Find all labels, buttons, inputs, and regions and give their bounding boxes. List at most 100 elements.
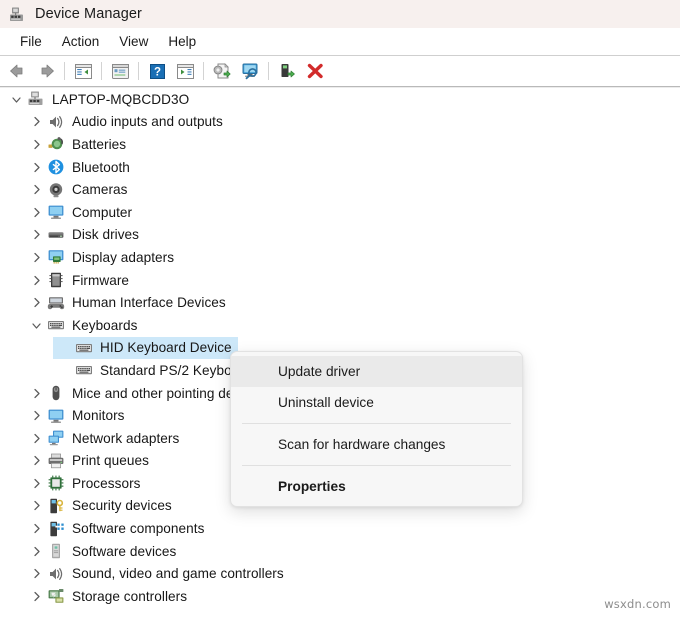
context-menu-item[interactable]: Properties — [231, 471, 522, 502]
speaker-icon — [47, 113, 65, 131]
context-menu[interactable]: Update driver Uninstall device Scan for ha… — [230, 351, 523, 507]
software-component-icon — [47, 520, 66, 538]
software-device-icon — [47, 542, 65, 560]
bluetooth-icon — [47, 158, 65, 176]
chevron-right-icon[interactable] — [30, 251, 43, 264]
tree-node[interactable]: Firmware — [0, 269, 680, 292]
uninstall-device-icon[interactable] — [301, 58, 329, 84]
chevron-right-icon[interactable] — [30, 522, 43, 535]
update-driver-icon[interactable] — [208, 58, 236, 84]
tree-node[interactable]: Cameras — [0, 178, 680, 201]
firmware-icon — [47, 271, 65, 289]
tree-node[interactable]: Bluetooth — [0, 156, 680, 179]
chevron-right-icon[interactable] — [30, 228, 43, 241]
chevron-right-icon[interactable] — [30, 590, 43, 603]
context-menu-separator — [242, 465, 511, 466]
context-menu-item[interactable]: Uninstall device — [231, 387, 522, 418]
network-adapter-icon — [47, 429, 65, 447]
tree-node-label: Disk drives — [72, 227, 140, 243]
tree-node[interactable]: LAPTOP-MQBCDD3O — [0, 88, 680, 111]
keyboard-icon — [75, 361, 93, 379]
chevron-right-icon[interactable] — [30, 545, 43, 558]
device-manager-window: Device Manager File Action View Help ? L… — [0, 0, 680, 618]
tree-node-label: Cameras — [72, 182, 128, 198]
tree-node[interactable]: Batteries — [0, 133, 680, 156]
chevron-right-icon[interactable] — [30, 432, 43, 445]
display-adapter-icon — [47, 248, 65, 266]
menu-bar: File Action View Help — [0, 28, 680, 55]
toolbar-divider — [138, 62, 139, 80]
tree-node-label: Software components — [72, 521, 205, 537]
tree-node[interactable]: Human Interface Devices — [0, 291, 680, 314]
computer-root-icon — [27, 90, 45, 108]
tree-node-label: Processors — [72, 475, 141, 491]
printer-icon — [47, 452, 65, 470]
menu-help[interactable]: Help — [158, 32, 206, 52]
tree-node-label: LAPTOP-MQBCDD3O — [52, 91, 190, 107]
chevron-placeholder-icon — [58, 364, 71, 377]
chevron-right-icon[interactable] — [30, 274, 43, 287]
tree-node-label: Computer — [72, 204, 133, 220]
chevron-right-icon[interactable] — [30, 454, 43, 467]
camera-icon — [47, 181, 65, 199]
tree-node-label: Print queues — [72, 453, 149, 469]
properties-icon[interactable] — [106, 58, 134, 84]
show-hide-action-pane-icon[interactable] — [171, 58, 199, 84]
toolbar-divider — [64, 62, 65, 80]
chevron-right-icon[interactable] — [30, 477, 43, 490]
tree-node-label: Batteries — [72, 136, 127, 152]
chevron-right-icon[interactable] — [30, 161, 43, 174]
tree-node[interactable]: Sound, video and game controllers — [0, 562, 680, 585]
tree-node[interactable]: Audio inputs and outputs — [0, 111, 680, 134]
tree-node-label: Software devices — [72, 543, 177, 559]
tree-node[interactable]: Storage controllers — [0, 585, 680, 608]
tree-node-label: Bluetooth — [72, 159, 130, 175]
keyboard-icon — [75, 339, 93, 357]
chevron-right-icon[interactable] — [30, 206, 43, 219]
chevron-down-icon[interactable] — [30, 319, 43, 332]
chevron-right-icon[interactable] — [30, 138, 43, 151]
chevron-right-icon[interactable] — [30, 183, 43, 196]
back-icon[interactable] — [4, 58, 32, 84]
chevron-right-icon[interactable] — [30, 499, 43, 512]
tree-node-label: Network adapters — [72, 430, 180, 446]
chevron-right-icon[interactable] — [30, 387, 43, 400]
show-hide-console-tree-icon[interactable] — [69, 58, 97, 84]
speaker-icon — [47, 565, 65, 583]
tree-node[interactable]: Computer — [0, 201, 680, 224]
tree-node[interactable]: Software devices — [0, 540, 680, 563]
tree-node-label: Audio inputs and outputs — [72, 114, 223, 130]
help-icon[interactable]: ? — [143, 58, 171, 84]
device-tree: LAPTOP-MQBCDD3O Audio inputs and outputs B… — [0, 88, 680, 608]
tree-node-label: Storage controllers — [72, 588, 188, 604]
tree-node[interactable]: Display adapters — [0, 246, 680, 269]
disk-drive-icon — [47, 226, 65, 244]
toolbar-divider — [101, 62, 102, 80]
chevron-right-icon[interactable] — [30, 409, 43, 422]
chevron-right-icon[interactable] — [30, 115, 43, 128]
tree-node-label: Monitors — [72, 408, 125, 424]
menu-action[interactable]: Action — [52, 32, 110, 52]
tree-node-label: Display adapters — [72, 249, 175, 265]
menu-view[interactable]: View — [109, 32, 158, 52]
tree-node[interactable]: Keyboards — [0, 314, 680, 337]
chevron-down-icon[interactable] — [10, 93, 23, 106]
chevron-right-icon[interactable] — [30, 567, 43, 580]
forward-icon[interactable] — [32, 58, 60, 84]
context-menu-item[interactable]: Update driver — [231, 356, 522, 387]
processor-icon — [47, 474, 65, 492]
scan-for-hardware-changes-icon[interactable] — [236, 58, 264, 84]
tree-node-label: HID Keyboard Device — [100, 340, 232, 356]
enable-device-icon[interactable] — [273, 58, 301, 84]
tree-node[interactable]: Disk drives — [0, 224, 680, 247]
toolbar-divider — [203, 62, 204, 80]
context-menu-separator — [242, 423, 511, 424]
tree-node-label: Firmware — [72, 272, 130, 288]
tree-node[interactable]: Software components — [0, 517, 680, 540]
tree-node-label: Standard PS/2 Keyboard — [100, 362, 252, 378]
tree-node-label: Sound, video and game controllers — [72, 566, 284, 582]
menu-file[interactable]: File — [10, 32, 52, 52]
chevron-right-icon[interactable] — [30, 296, 43, 309]
battery-icon — [47, 135, 65, 153]
context-menu-item[interactable]: Scan for hardware changes — [231, 429, 522, 460]
